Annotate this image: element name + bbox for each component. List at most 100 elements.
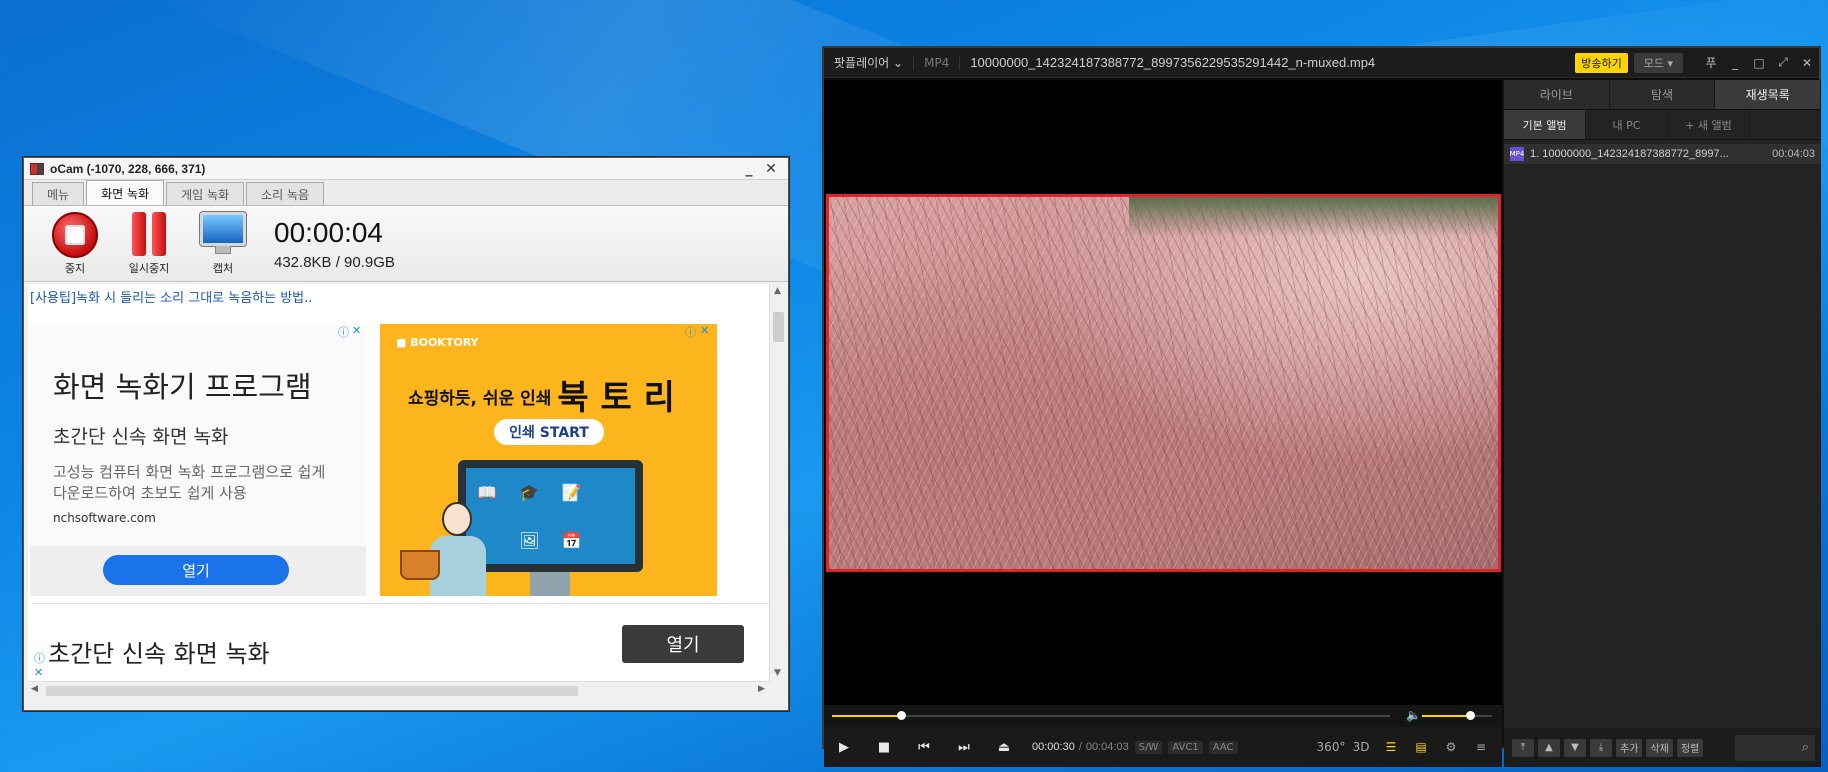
move-up-icon[interactable]: ▲	[1538, 738, 1560, 757]
ocam-titlebar[interactable]: oCam (-1070, 228, 666, 371) _ ✕	[24, 158, 788, 180]
close-button[interactable]: ✕	[1795, 56, 1819, 70]
document-edit-icon: 📝	[561, 482, 582, 502]
ad-close-icon[interactable]: ✕	[352, 324, 361, 337]
eject-icon[interactable]: ⏏	[984, 740, 1024, 755]
subtitle-icon[interactable]: ▤	[1406, 740, 1436, 754]
scroll-down-icon[interactable]: ▼	[774, 668, 781, 678]
tip-link[interactable]: [사용팁]녹화 시 들리는 소리 그대로 녹음하는 방법..	[28, 284, 770, 306]
file-name: 10000000_142324187388772_899735622953529…	[970, 55, 1376, 70]
ad-open-button[interactable]: 열기	[103, 555, 289, 585]
playlist-search-icon[interactable]: ☰	[1376, 740, 1406, 754]
ad-info-icon[interactable]: ⓘ	[34, 650, 45, 666]
scroll-up-icon[interactable]: ▲	[774, 286, 781, 296]
stop-button[interactable]: 중지	[46, 211, 104, 276]
scroll-left-icon[interactable]: ◀	[31, 684, 38, 694]
next-icon[interactable]: ⏭	[944, 740, 984, 755]
tab-screen-record[interactable]: 화면 녹화	[86, 180, 165, 205]
settings-icon[interactable]: ⚙	[1436, 740, 1466, 754]
chevron-down-icon: ⌄	[893, 56, 904, 70]
menu-icon[interactable]: ≡	[1466, 740, 1496, 754]
video-area[interactable]	[824, 80, 1502, 705]
tab-game-record[interactable]: 게임 녹화	[166, 182, 245, 205]
minimize-button[interactable]: _	[1723, 56, 1747, 70]
monitor-stand	[530, 572, 570, 596]
ad-domain: nchsoftware.com	[53, 511, 156, 525]
album-tabs: 기본 앨범 내 PC + 새 앨범	[1504, 110, 1821, 140]
pin-button[interactable]: 푸	[1699, 54, 1723, 71]
play-icon[interactable]: ▶	[824, 740, 864, 755]
previous-icon[interactable]: ⏮	[904, 740, 944, 755]
move-top-icon[interactable]: ⤒	[1512, 738, 1534, 757]
vertical-scrollbar[interactable]: ▲ ▼	[769, 284, 786, 681]
ocam-tabs: 메뉴 화면 녹화 게임 녹화 소리 녹음	[24, 180, 788, 206]
pause-button[interactable]: 일시중지	[120, 211, 178, 276]
book-icon: 📖	[477, 482, 498, 502]
ad-description: 고성능 컴퓨터 화면 녹화 프로그램으로 쉽게 다운로드하여 초보도 쉽게 사용	[53, 463, 326, 502]
tab-explore[interactable]: 탐색	[1609, 80, 1716, 109]
time-separator: /	[1078, 741, 1082, 753]
tab-sound-record[interactable]: 소리 녹음	[246, 182, 325, 205]
tab-my-pc[interactable]: 내 PC	[1586, 110, 1668, 139]
scroll-thumb[interactable]	[773, 312, 784, 342]
ad-info-icon[interactable]: ⓘ	[685, 324, 696, 340]
ad-bottom-text: 초간단 신속 화면 녹화	[48, 640, 270, 668]
record-status: 00:00:04 432.8KB / 90.9GB	[274, 216, 395, 271]
minimize-button[interactable]: _	[738, 161, 760, 177]
ad-close-icon[interactable]: ✕	[700, 324, 709, 337]
ad-banner-booktory[interactable]: ⓘ ✕ ■ BOOKTORY 쇼핑하듯, 쉬운 인쇄 북 토 리 인쇄 START…	[380, 324, 717, 596]
seek-bar[interactable]	[832, 715, 1390, 717]
monitor-icon	[198, 211, 248, 258]
new-album-button[interactable]: + 새 앨범	[1668, 110, 1750, 139]
decoder-tag[interactable]: S/W	[1134, 740, 1163, 754]
capture-button[interactable]: 캡처	[194, 211, 252, 276]
potplayer-menu[interactable]: 팟플레이어 ⌄	[824, 54, 913, 71]
tab-playlist[interactable]: 재생목록	[1715, 80, 1822, 109]
potplayer-titlebar[interactable]: 팟플레이어 ⌄ MP4 10000000_142324187388772_899…	[824, 48, 1819, 78]
move-bottom-icon[interactable]: ⤓	[1590, 738, 1612, 757]
move-down-icon[interactable]: ▼	[1564, 738, 1586, 757]
print-start-button[interactable]: 인쇄 START	[494, 419, 604, 445]
booktory-brand: 북 토 리	[557, 378, 675, 418]
list-item[interactable]: MP4 1. 10000000_142324187388772_8997... …	[1504, 144, 1821, 164]
ad-banner-bottom[interactable]: 초간단 신속 화면 녹화 열기 ⓘ ✕	[32, 603, 769, 681]
search-icon[interactable]: ⌕	[1735, 734, 1815, 761]
seek-handle[interactable]	[896, 711, 906, 720]
mode-dropdown[interactable]: 모드 ▾	[1633, 52, 1683, 73]
photo-icon: 🖼	[519, 530, 540, 550]
scroll-right-icon[interactable]: ▶	[758, 684, 765, 694]
scroll-thumb-horizontal[interactable]	[46, 686, 578, 696]
3d-icon[interactable]: 3D	[1346, 740, 1376, 754]
tab-default-album[interactable]: 기본 앨범	[1504, 110, 1586, 139]
tab-live[interactable]: 라이브	[1504, 80, 1610, 109]
volume-handle[interactable]	[1465, 711, 1475, 720]
stop-icon[interactable]: ■	[864, 740, 904, 755]
broadcast-button[interactable]: 방송하기	[1575, 52, 1628, 73]
basket-illustration	[400, 550, 440, 580]
tab-menu[interactable]: 메뉴	[32, 182, 85, 205]
ad-info-icon[interactable]: ⓘ	[338, 324, 349, 340]
booktory-slogan: 쇼핑하듯, 쉬운 인쇄 북 토 리	[408, 370, 675, 419]
ocam-toolbar: 중지 일시중지 캡처 00:00:04 432.8KB / 90.9GB	[24, 206, 788, 282]
ad-headline: 화면 녹화기 프로그램	[53, 370, 312, 404]
ad-bottom-open-button[interactable]: 열기	[622, 625, 744, 663]
maximize-button[interactable]: □	[1747, 56, 1771, 70]
vr-360-icon[interactable]: 360°	[1316, 740, 1346, 754]
close-button[interactable]: ✕	[760, 161, 782, 177]
record-time: 00:00:04	[274, 217, 383, 248]
ad-close-icon[interactable]: ✕	[34, 666, 43, 679]
calendar-icon: 📅	[561, 530, 582, 550]
potplayer-window: 팟플레이어 ⌄ MP4 10000000_142324187388772_899…	[822, 46, 1822, 767]
video-codec-tag[interactable]: AVC1	[1168, 740, 1203, 754]
ad-banner-left[interactable]: ⓘ ✕ 화면 녹화기 프로그램 초간단 신속 화면 녹화 고성능 컴퓨터 화면 …	[30, 324, 366, 596]
list-item-name: 1. 10000000_142324187388772_8997...	[1530, 148, 1729, 160]
horizontal-scrollbar[interactable]: ◀ ▶	[28, 681, 770, 699]
time-current: 00:00:30	[1032, 741, 1075, 753]
sort-button[interactable]: 정렬	[1676, 738, 1704, 757]
audio-codec-tag[interactable]: AAC	[1208, 740, 1238, 754]
delete-button[interactable]: 삭제	[1646, 738, 1673, 757]
add-button[interactable]: 추가	[1616, 738, 1643, 757]
time-total: 00:04:03	[1085, 741, 1129, 753]
fullscreen-icon[interactable]: ⤢	[1771, 55, 1795, 70]
graduation-cap-icon: 🎓	[519, 482, 540, 502]
volume-icon[interactable]: 🔈	[1406, 708, 1421, 722]
